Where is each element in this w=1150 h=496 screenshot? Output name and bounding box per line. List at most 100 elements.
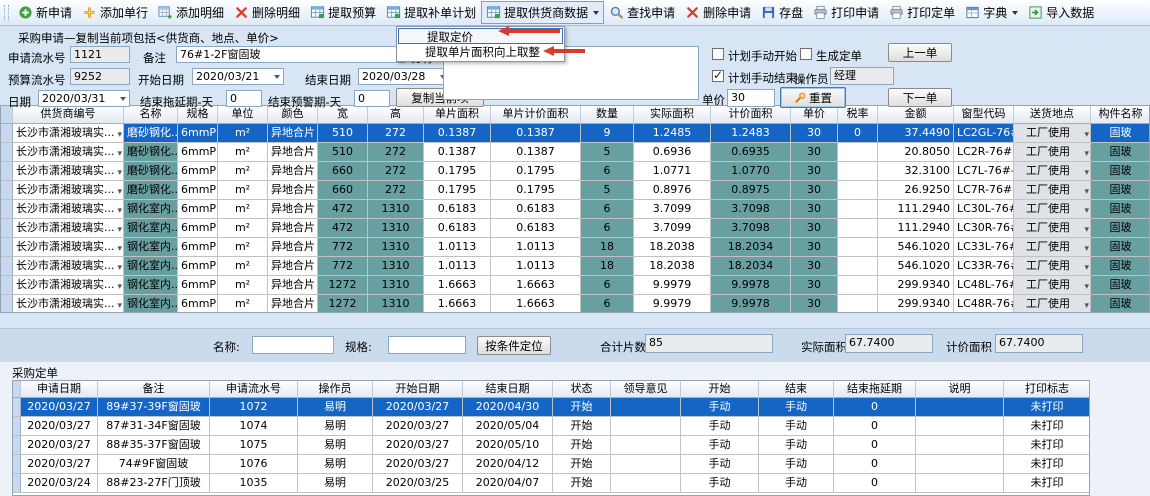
chevron-down-icon[interactable]: ▾ xyxy=(117,260,122,276)
extract-budget-button[interactable]: 提取预算 xyxy=(305,1,381,24)
row-selector[interactable] xyxy=(13,474,21,493)
chevron-down-icon[interactable]: ▾ xyxy=(117,165,122,181)
header-actual_area[interactable]: 实际面积 xyxy=(634,106,711,124)
cell-supplier[interactable]: 长沙市潇湘玻璃实...▾ xyxy=(13,238,124,257)
extract-supplier-data-button[interactable]: 提取供货商数据 xyxy=(481,1,604,24)
row-selector[interactable] xyxy=(1,200,13,219)
chevron-down-icon[interactable]: ▾ xyxy=(117,127,122,143)
material-row-5[interactable]: 长沙市潇湘玻璃实...▾钢化室内...6mmPLE...m²异地合片472131… xyxy=(1,219,1149,238)
chevron-down-icon[interactable]: ▾ xyxy=(1084,146,1089,162)
cell-delivery[interactable]: 工厂使用▾ xyxy=(1014,124,1091,143)
row-selector[interactable] xyxy=(1,257,13,276)
delay-days-field[interactable]: 0 xyxy=(226,90,262,107)
row-selector[interactable] xyxy=(1,162,13,181)
header-amount[interactable]: 金额 xyxy=(878,106,954,124)
material-row-7[interactable]: 长沙市潇湘玻璃实...▾钢化室内...6mmPLE...m²异地合片772131… xyxy=(1,257,1149,276)
save-button[interactable]: 存盘 xyxy=(756,1,808,24)
header-delivery[interactable]: 送货地点 xyxy=(1014,106,1091,124)
chevron-down-icon[interactable]: ▾ xyxy=(117,279,122,295)
order-row-3[interactable]: 2020/03/2774#9F窗固玻1076易明2020/03/272020/0… xyxy=(13,455,1089,474)
chevron-down-icon[interactable]: ▾ xyxy=(117,146,122,162)
header-remark[interactable]: 备注 xyxy=(98,381,210,398)
chevron-down-icon[interactable]: ▾ xyxy=(117,298,122,313)
start-date-combo[interactable]: 2020/03/21 xyxy=(192,68,284,85)
header-note[interactable]: 说明 xyxy=(916,381,1004,398)
manual-start-checkbox[interactable] xyxy=(712,48,724,60)
header-window_code[interactable]: 窗型代码 xyxy=(954,106,1014,124)
end-date-combo[interactable]: 2020/03/28 xyxy=(358,68,450,85)
row-selector[interactable] xyxy=(13,455,21,474)
delete-request-button[interactable]: 删除申请 xyxy=(680,1,756,24)
app-serial-field[interactable]: 1121 xyxy=(70,46,130,63)
cell-supplier[interactable]: 长沙市潇湘玻璃实...▾ xyxy=(13,257,124,276)
header-qty[interactable]: 数量 xyxy=(581,106,634,124)
cell-supplier[interactable]: 长沙市潇湘玻璃实...▾ xyxy=(13,276,124,295)
row-selector[interactable] xyxy=(1,238,13,257)
row-selector[interactable] xyxy=(1,181,13,200)
header-serial[interactable]: 申请流水号 xyxy=(210,381,298,398)
header-component[interactable]: 构件名称 xyxy=(1091,106,1150,124)
chevron-down-icon[interactable]: ▾ xyxy=(1084,279,1089,295)
material-row-1[interactable]: 长沙市潇湘玻璃实...▾磨砂钢化...6mmPLE...m²异地合片510272… xyxy=(1,143,1149,162)
header-tax[interactable]: 税率 xyxy=(838,106,878,124)
chevron-down-icon[interactable]: ▾ xyxy=(1084,260,1089,276)
row-selector[interactable] xyxy=(1,295,13,313)
header-leader[interactable]: 领导意见 xyxy=(611,381,681,398)
chevron-down-icon[interactable]: ▾ xyxy=(117,203,122,219)
header-start_date[interactable]: 开始日期 xyxy=(373,381,463,398)
header-piece_area[interactable]: 单片面积 xyxy=(424,106,491,124)
operator-field[interactable]: 经理 xyxy=(830,67,894,85)
cell-delivery[interactable]: 工厂使用▾ xyxy=(1014,295,1091,313)
dictionary-button[interactable]: 字典 xyxy=(960,1,1023,24)
material-row-9[interactable]: 长沙市潇湘玻璃实...▾钢化室内...6mmPLE...m²异地合片127213… xyxy=(1,295,1149,313)
cell-supplier[interactable]: 长沙市潇湘玻璃实...▾ xyxy=(13,181,124,200)
cell-delivery[interactable]: 工厂使用▾ xyxy=(1014,143,1091,162)
header-operator[interactable]: 操作员 xyxy=(298,381,373,398)
cell-delivery[interactable]: 工厂使用▾ xyxy=(1014,200,1091,219)
material-row-3[interactable]: 长沙市潇湘玻璃实...▾磨砂钢化...6mmPLE...m²异地合片660272… xyxy=(1,181,1149,200)
cell-delivery[interactable]: 工厂使用▾ xyxy=(1014,257,1091,276)
material-row-6[interactable]: 长沙市潇湘玻璃实...▾钢化室内...6mmPLE...m²异地合片772131… xyxy=(1,238,1149,257)
cell-delivery[interactable]: 工厂使用▾ xyxy=(1014,219,1091,238)
date-combo[interactable]: 2020/03/31 xyxy=(38,90,130,107)
budget-serial-field[interactable]: 9252 xyxy=(70,68,130,85)
chevron-down-icon[interactable]: ▾ xyxy=(1084,184,1089,200)
delete-detail-button[interactable]: 删除明细 xyxy=(229,1,305,24)
generate-order-checkbox[interactable] xyxy=(800,48,812,60)
order-row-4[interactable]: 2020/03/2488#23-27F门顶玻1035易明2020/03/2520… xyxy=(13,474,1089,493)
locate-by-condition-button[interactable]: 按条件定位 xyxy=(477,336,551,355)
header-h[interactable]: 高 xyxy=(368,106,424,124)
row-selector[interactable] xyxy=(1,219,13,238)
header-end[interactable]: 结束 xyxy=(759,381,834,398)
add-detail-button[interactable]: 添加明细 xyxy=(153,1,229,24)
add-single-row-button[interactable]: 添加单行 xyxy=(77,1,153,24)
cell-delivery[interactable]: 工厂使用▾ xyxy=(1014,238,1091,257)
header-calc_area[interactable]: 计价面积 xyxy=(711,106,791,124)
cell-supplier[interactable]: 长沙市潇湘玻璃实...▾ xyxy=(13,143,124,162)
order-row-0[interactable]: 2020/03/2789#37-39F窗固玻1072易明2020/03/2720… xyxy=(13,398,1089,417)
material-row-4[interactable]: 长沙市潇湘玻璃实...▾钢化室内...6mmPLE...m²异地合片472131… xyxy=(1,200,1149,219)
manual-end-checkbox[interactable] xyxy=(712,70,724,82)
unit-price-field[interactable]: 30 xyxy=(727,89,775,107)
header-req_date[interactable]: 申请日期 xyxy=(21,381,98,398)
cell-delivery[interactable]: 工厂使用▾ xyxy=(1014,181,1091,200)
name-filter-input[interactable] xyxy=(252,336,334,354)
remark-field[interactable]: 76#1-2F窗固玻 xyxy=(176,46,406,63)
row-selector[interactable] xyxy=(1,143,13,162)
search-request-button[interactable]: 查找申请 xyxy=(604,1,680,24)
header-end_date[interactable]: 结束日期 xyxy=(463,381,553,398)
cell-supplier[interactable]: 长沙市潇湘玻璃实...▾ xyxy=(13,162,124,181)
chevron-down-icon[interactable]: ▾ xyxy=(1084,127,1089,143)
chevron-down-icon[interactable]: ▾ xyxy=(117,222,122,238)
order-row-2[interactable]: 2020/03/2788#35-37F窗固玻1075易明2020/03/2720… xyxy=(13,436,1089,455)
chevron-down-icon[interactable]: ▾ xyxy=(1084,222,1089,238)
header-start[interactable]: 开始 xyxy=(681,381,759,398)
material-row-0[interactable]: 长沙市潇湘玻璃实...▾磨砂钢化...6mmPLE...m²异地合片510272… xyxy=(1,124,1149,143)
chevron-down-icon[interactable]: ▾ xyxy=(117,241,122,257)
row-selector[interactable] xyxy=(13,436,21,455)
toolbar-grip[interactable] xyxy=(4,5,9,21)
print-request-button[interactable]: 打印申请 xyxy=(808,1,884,24)
order-row-1[interactable]: 2020/03/2787#31-34F窗固玻1074易明2020/03/2720… xyxy=(13,417,1089,436)
new-request-button[interactable]: 新申请 xyxy=(13,1,77,24)
prev-order-button[interactable]: 上一单 xyxy=(888,43,952,62)
